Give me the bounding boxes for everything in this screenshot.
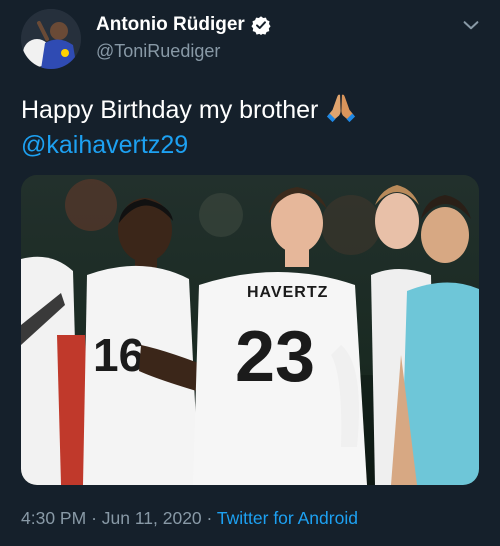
author-name-row[interactable]: Antonio Rüdiger bbox=[96, 14, 271, 36]
chevron-down-icon[interactable] bbox=[460, 14, 482, 36]
svg-text:16: 16 bbox=[93, 329, 144, 381]
mention-link[interactable]: @kaihavertz29 bbox=[21, 128, 481, 163]
avatar[interactable] bbox=[21, 9, 81, 69]
svg-text:23: 23 bbox=[235, 317, 315, 397]
tweet-media[interactable]: 16 HAVERTZ 23 bbox=[21, 175, 479, 485]
folded-hands-emoji bbox=[327, 94, 356, 123]
tweet-time[interactable]: 4:30 PM bbox=[21, 508, 86, 528]
tweet-source-link[interactable]: Twitter for Android bbox=[217, 508, 358, 528]
tweet-photo: 16 HAVERTZ 23 bbox=[21, 175, 479, 485]
author-handle[interactable]: @ToniRuediger bbox=[96, 41, 220, 62]
meta-separator-2: · bbox=[206, 508, 213, 528]
meta-separator: · bbox=[91, 508, 97, 528]
tweet-meta: 4:30 PM · Jun 11, 2020 · Twitter for And… bbox=[21, 508, 358, 529]
author-display-name[interactable]: Antonio Rüdiger bbox=[96, 14, 245, 36]
tweet-text-line-1: Happy Birthday my brother bbox=[21, 92, 481, 128]
verified-badge-icon bbox=[251, 16, 271, 35]
svg-text:HAVERTZ: HAVERTZ bbox=[247, 284, 328, 301]
tweet-body: Happy Birthday my brother bbox=[21, 96, 319, 124]
tweet-date[interactable]: Jun 11, 2020 bbox=[102, 508, 202, 528]
avatar-photo bbox=[21, 9, 81, 69]
tweet-text: Happy Birthday my brother @kaihavertz29 bbox=[21, 92, 481, 163]
